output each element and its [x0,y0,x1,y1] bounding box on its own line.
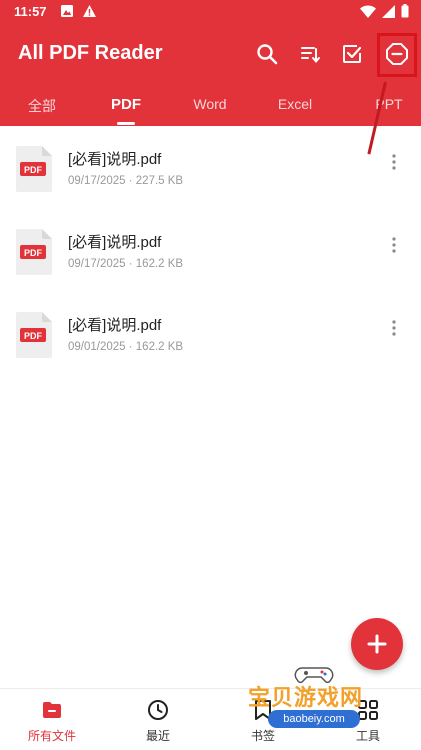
svg-text:PDF: PDF [24,165,43,175]
pdf-file-icon: PDF [16,312,52,358]
file-meta: 09/01/2025 · 162.2 KB [68,341,184,353]
file-name: [必看]说明.pdf [68,234,162,251]
nav-all-files[interactable]: 所有文件 [12,697,92,744]
file-meta: 09/17/2025 · 162.2 KB [68,258,184,270]
photo-notification-icon [60,4,74,23]
wifi-icon [360,4,376,23]
checkbox-icon [343,45,362,63]
svg-text:PDF: PDF [24,248,43,258]
nav-label: 最近 [145,729,170,743]
app-bar: 11:57 All PDF Reader 全部 PDF Word Excel P… [0,0,421,126]
pdf-file-icon: PDF [16,229,52,275]
more-vertical-icon [392,154,396,170]
app-title: All PDF Reader [18,42,163,64]
file-name: [必看]说明.pdf [68,317,162,334]
tab-word[interactable]: Word [193,96,226,112]
file-row[interactable]: PDF [必看]说明.pdf 09/17/2025 · 162.2 KB [0,229,421,311]
sort-button[interactable] [294,38,326,70]
folder-icon [43,702,61,718]
more-vertical-icon [392,320,396,336]
pdf-file-icon: PDF [16,146,52,192]
signal-icon [382,4,395,23]
tab-all[interactable]: 全部 [28,96,56,116]
file-row[interactable]: PDF [必看]说明.pdf 09/17/2025 · 227.5 KB [0,146,421,228]
warning-icon [82,4,97,23]
search-button[interactable] [251,38,283,70]
sort-icon [301,47,320,64]
clock-icon [148,700,168,720]
file-meta: 09/17/2025 · 227.5 KB [68,175,184,187]
more-options-button[interactable] [386,150,402,174]
more-options-button[interactable] [386,316,402,340]
search-icon [257,44,278,65]
nav-label: 所有文件 [27,729,76,743]
file-name: [必看]说明.pdf [68,151,162,168]
active-tab-indicator [117,122,135,125]
file-row[interactable]: PDF [必看]说明.pdf 09/01/2025 · 162.2 KB [0,312,421,394]
tab-pdf[interactable]: PDF [111,96,141,113]
battery-icon [401,4,409,23]
select-button[interactable] [336,38,368,70]
status-bar: 11:57 [0,0,421,24]
more-vertical-icon [392,237,396,253]
more-options-button[interactable] [386,233,402,257]
svg-text:PDF: PDF [24,331,43,341]
watermark-text: 宝贝游戏网 [248,686,364,711]
plus-icon [367,634,387,654]
watermark-logo: 宝贝游戏网 baobeiy.com [238,662,388,750]
watermark-url: baobeiy.com [268,710,360,728]
status-icons [360,4,409,23]
category-tabs: 全部 PDF Word Excel PPT [0,90,421,126]
nav-recent[interactable]: 最近 [118,697,198,744]
status-time: 11:57 [14,4,47,19]
tutorial-highlight-box [377,33,417,77]
tab-excel[interactable]: Excel [278,96,312,112]
